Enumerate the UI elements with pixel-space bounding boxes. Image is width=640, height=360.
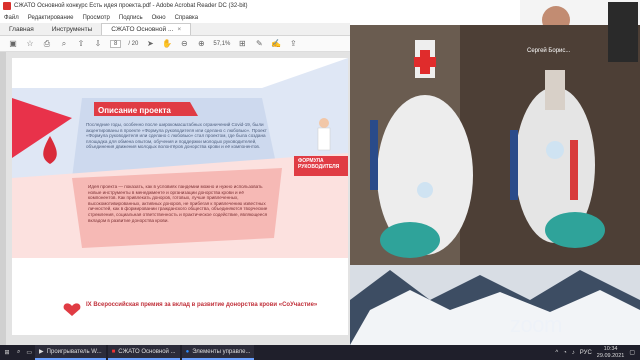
menu-view[interactable]: Просмотр: [82, 15, 109, 21]
volume-icon[interactable]: ♪: [572, 350, 575, 356]
decor-gem-left: [417, 182, 433, 198]
taskbar-item-acrobat[interactable]: ■ СЖАТО Основной ...: [107, 345, 180, 360]
language-indicator[interactable]: РУС: [580, 350, 592, 356]
taskbar-item-acrobat-label: СЖАТО Основной ...: [118, 348, 176, 355]
webcam-scene: [350, 0, 640, 345]
pen-icon[interactable]: ✍: [271, 39, 281, 49]
video-feed: Сергей Борис... zoom: [350, 0, 640, 345]
zoom-taskbar-icon: ●: [185, 348, 190, 355]
bottle-right-neck: [545, 70, 565, 110]
participant-name: Сергей Борис...: [527, 48, 571, 54]
mini-participant: [608, 2, 638, 62]
menu-help[interactable]: Справка: [175, 15, 199, 21]
windows-start-icon[interactable]: ⊞: [0, 345, 14, 360]
save-icon[interactable]: ▣: [8, 39, 18, 49]
taskbar-item-controls[interactable]: ● Элементы управле...: [181, 345, 255, 360]
page-up-icon[interactable]: ⇧: [76, 39, 86, 49]
badge-line-2: РУКОВОДИТЕЛЯ: [298, 164, 340, 170]
taskbar-item-player[interactable]: ▶ Проигрыватель W...: [35, 345, 106, 360]
tab-document[interactable]: СЖАТО Основной ... ×: [101, 23, 192, 35]
page-number-input[interactable]: 8: [110, 39, 122, 48]
clock[interactable]: 10:34 29.09.2021: [597, 346, 625, 360]
menu-edit[interactable]: Редактирование: [28, 15, 74, 21]
taskbar: ⊞ ⌕ ▭ ▶ Проигрыватель W... ■ СЖАТО Основно…: [0, 345, 640, 360]
tube-red: [570, 140, 578, 200]
tab-document-label: СЖАТО Основной ...: [111, 26, 174, 33]
slide-paragraph-1: Последние годы, особенно после широкомас…: [86, 122, 267, 150]
slide-footer: IX Всероссийская премия за вклад в разви…: [86, 302, 318, 308]
red-cross-horizontal: [414, 57, 436, 67]
select-cursor-icon[interactable]: ➤: [145, 39, 155, 49]
page-total: / 20: [128, 40, 139, 47]
slide-paragraph-2: Идея проекта — показать, как в условиях …: [88, 184, 268, 223]
close-tab-icon[interactable]: ×: [177, 26, 181, 33]
slide-header-text: Описание проекта: [98, 106, 171, 115]
tab-tools-label: Инструменты: [51, 25, 93, 33]
acrobat-taskbar-icon: ■: [111, 348, 116, 355]
tray-arrow-icon[interactable]: ^: [555, 350, 558, 356]
zoom-watermark: zoom: [510, 312, 562, 337]
print-icon[interactable]: ⎙: [42, 39, 52, 49]
menu-sign[interactable]: Подпись: [119, 15, 143, 21]
zoom-out-icon[interactable]: ⊖: [179, 39, 189, 49]
notifications-icon[interactable]: ▢: [629, 349, 635, 356]
window-titlebar: СЖАТО Основной конкурс Есть идея проекта…: [0, 0, 350, 12]
taskbar-item-controls-label: Элементы управле...: [192, 348, 251, 355]
search-taskbar-icon[interactable]: ⌕: [14, 349, 23, 356]
network-icon[interactable]: ◔: [563, 350, 567, 356]
scenery-snow: [350, 290, 640, 345]
bookmark-icon[interactable]: ☆: [25, 39, 35, 49]
acrobat-toolbar: ▣ ☆ ⎙ ⌕ ⇧ ⇩ 8 / 20 ➤ ✋ ⊖ ⊕ 57,1% ⊞ ✎ ✍ ⇪: [0, 36, 350, 52]
taskbar-item-player-label: Проигрыватель W...: [46, 348, 102, 355]
figure-body: [317, 127, 331, 151]
acrobat-app-icon: [3, 2, 11, 10]
left-rail[interactable]: [0, 52, 6, 345]
menu-bar: Файл Редактирование Просмотр Подпись Окн…: [0, 12, 350, 23]
system-tray: ^ ◔ ♪ РУС 10:34 29.09.2021 ▢: [555, 346, 640, 360]
menu-window[interactable]: Окно: [152, 15, 166, 21]
media-player-icon: ▶: [39, 349, 44, 355]
badge-text: ФОРМУЛА РУКОВОДИТЕЛЯ: [298, 158, 339, 170]
hand-tool-icon[interactable]: ✋: [162, 39, 172, 49]
tab-tools[interactable]: Инструменты: [43, 23, 102, 35]
task-view-icon[interactable]: ▭: [23, 349, 35, 356]
window-title: СЖАТО Основной конкурс Есть идея проекта…: [14, 3, 248, 9]
pdf-page: Описание проекта Последние годы, особенн…: [12, 58, 348, 335]
tab-bar: Главная Инструменты СЖАТО Основной ... ×: [0, 23, 350, 36]
zoom-level[interactable]: 57,1%: [213, 41, 230, 47]
search-icon[interactable]: ⌕: [59, 39, 69, 49]
tube-left: [370, 120, 378, 190]
zoom-in-icon[interactable]: ⊕: [196, 39, 206, 49]
fit-page-icon[interactable]: ⊞: [237, 39, 247, 49]
heart-logo-icon: [63, 303, 81, 316]
glove-left: [380, 222, 440, 258]
tab-home-label: Главная: [9, 25, 34, 33]
clock-time: 10:34: [603, 345, 618, 352]
figure-head: [319, 118, 329, 128]
decor-gem-right: [546, 141, 564, 159]
comment-icon[interactable]: ✎: [254, 39, 264, 49]
clock-date: 29.09.2021: [596, 352, 625, 359]
tab-home[interactable]: Главная: [0, 23, 43, 35]
menu-file[interactable]: Файл: [4, 15, 19, 21]
glove-right: [545, 212, 605, 248]
page-down-icon[interactable]: ⇩: [93, 39, 103, 49]
tube-right: [510, 130, 518, 200]
share-icon[interactable]: ⇪: [288, 39, 298, 49]
